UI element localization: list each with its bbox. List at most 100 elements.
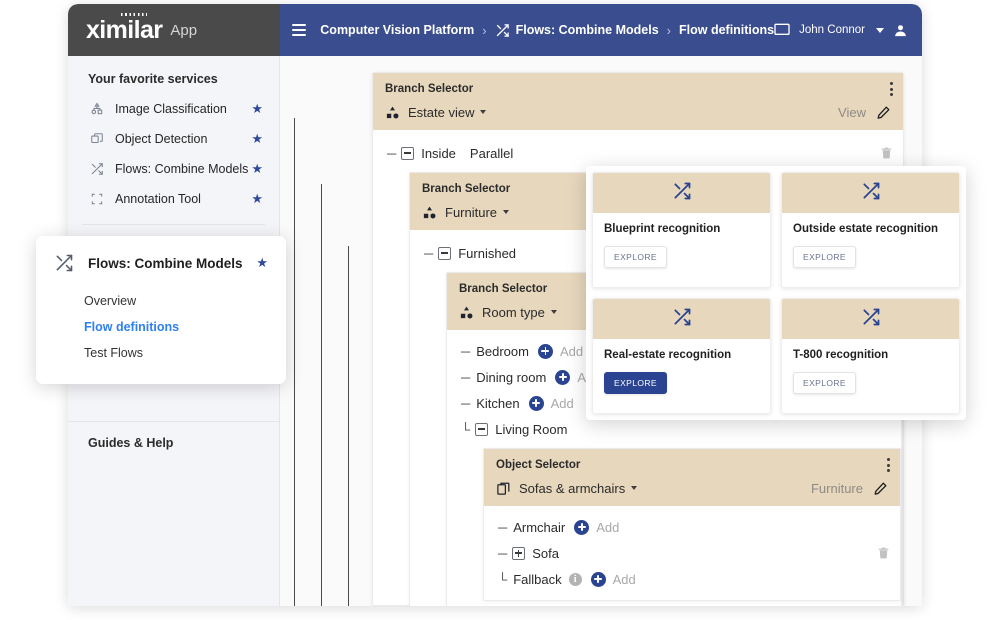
tree-node-inside: ─ Inside Parallel xyxy=(373,140,903,166)
collapse-toggle-furnished[interactable] xyxy=(438,246,452,260)
card-icon-area xyxy=(782,173,959,213)
breadcrumb-separator-2: › xyxy=(666,22,671,38)
app-logo-bar: ximilar App xyxy=(68,4,280,56)
tree-node-label[interactable]: Furnished xyxy=(458,246,516,261)
room-label[interactable]: Bedroom xyxy=(476,344,529,359)
add-button[interactable] xyxy=(590,571,606,587)
flyout-link-test-flows[interactable]: Test Flows xyxy=(84,340,286,366)
sidebar-item-flows-combine-models[interactable]: Flows: Combine Models ★ xyxy=(68,154,279,184)
explore-button[interactable]: EXPLORE xyxy=(793,372,856,394)
shuffle-icon xyxy=(672,307,692,332)
add-button[interactable] xyxy=(574,519,590,535)
kebab-menu-icon[interactable] xyxy=(890,82,893,97)
sidebar-item-label: Object Detection xyxy=(115,132,208,146)
flyout-title: Flows: Combine Models xyxy=(88,255,243,271)
card-outside-estate-recognition[interactable]: Outside estate recognition EXPLORE xyxy=(781,172,960,288)
add-dropdown[interactable]: Add xyxy=(613,572,636,587)
breadcrumb-computer-vision-platform[interactable]: Computer Vision Platform xyxy=(320,23,474,37)
room-type-selector-name[interactable]: Room type xyxy=(482,305,545,320)
tree-node-label[interactable]: Inside xyxy=(421,146,456,161)
collapse-toggle-inside[interactable] xyxy=(401,146,415,160)
tree-rail-2 xyxy=(321,184,322,606)
card-icon-area xyxy=(593,299,770,339)
sidebar-item-label: Flows: Combine Models xyxy=(115,162,249,176)
caret-down-icon[interactable] xyxy=(503,210,510,214)
room-label[interactable]: Kitchen xyxy=(476,396,519,411)
flyout-link-flow-definitions[interactable]: Flow definitions xyxy=(84,314,286,340)
card-body: Blueprint recognition EXPLORE xyxy=(593,213,770,279)
trash-icon[interactable] xyxy=(880,146,893,160)
add-button[interactable] xyxy=(528,395,544,411)
annotation-tool-icon xyxy=(88,192,106,206)
inside-mode-selector[interactable]: Parallel xyxy=(470,146,513,161)
object-label[interactable]: Armchair xyxy=(513,520,565,535)
user-avatar-icon[interactable] xyxy=(893,23,908,38)
card-t800-recognition[interactable]: T-800 recognition EXPLORE xyxy=(781,298,960,414)
shuffle-icon xyxy=(88,162,106,176)
caret-down-icon[interactable] xyxy=(550,310,557,314)
favorite-star-icon[interactable]: ★ xyxy=(251,131,263,147)
card-body: Outside estate recognition EXPLORE xyxy=(782,213,959,279)
sidebar-item-image-classification[interactable]: Image Classification ★ xyxy=(68,94,279,124)
pencil-icon[interactable] xyxy=(876,105,891,120)
tree-elbow: ─ xyxy=(461,343,471,359)
pencil-icon[interactable] xyxy=(873,481,888,496)
kebab-menu-icon[interactable] xyxy=(887,458,890,473)
flyout-link-overview[interactable]: Overview xyxy=(84,288,286,314)
add-label: Add xyxy=(559,343,584,359)
flyout-header[interactable]: Flows: Combine Models ★ xyxy=(36,250,286,276)
object-detection-icon xyxy=(88,132,106,146)
room-label[interactable]: Dining room xyxy=(476,370,546,385)
add-dropdown[interactable]: Add xyxy=(560,344,583,359)
collapse-toggle-living-room[interactable] xyxy=(475,422,489,436)
info-icon[interactable]: i xyxy=(568,572,582,586)
object-label[interactable]: Sofa xyxy=(532,546,559,561)
tree-rail-3 xyxy=(348,246,349,606)
root-selector-name[interactable]: Estate view xyxy=(408,105,474,120)
chevron-down-icon[interactable] xyxy=(876,27,884,33)
object-label[interactable]: Fallback xyxy=(513,572,561,587)
caret-down-icon[interactable] xyxy=(631,486,638,490)
card-icon-area xyxy=(782,299,959,339)
hamburger-icon[interactable] xyxy=(292,23,307,37)
sidebar-item-object-detection[interactable]: Object Detection ★ xyxy=(68,124,279,154)
favorite-star-icon[interactable]: ★ xyxy=(256,255,268,271)
trash-icon[interactable] xyxy=(877,546,890,560)
breadcrumb-flow-definitions[interactable]: Flow definitions xyxy=(679,23,774,37)
add-button[interactable] xyxy=(537,343,553,359)
caret-down-icon[interactable] xyxy=(480,110,487,114)
card-body: T-800 recognition EXPLORE xyxy=(782,339,959,405)
monitor-icon[interactable] xyxy=(774,23,790,37)
explore-button[interactable]: EXPLORE xyxy=(604,372,667,394)
object-selector-header: Object Selector Sofas & armchairs Furnit… xyxy=(484,449,900,506)
branch-selector-icon xyxy=(385,105,400,120)
card-title: Real-estate recognition xyxy=(604,349,732,361)
tree-elbow: ─ xyxy=(461,369,471,385)
image-classification-icon xyxy=(88,102,106,116)
breadcrumb-flows-combine-models[interactable]: Flows: Combine Models xyxy=(516,23,659,37)
favorite-star-icon[interactable]: ★ xyxy=(251,101,263,117)
explore-button[interactable]: EXPLORE xyxy=(604,246,667,268)
add-dropdown[interactable]: Add xyxy=(551,396,574,411)
sidebar-item-annotation-tool[interactable]: Annotation Tool ★ xyxy=(68,184,279,214)
tree-elbow: ─ xyxy=(461,395,471,411)
add-dropdown[interactable]: Add xyxy=(596,520,619,535)
explore-button[interactable]: EXPLORE xyxy=(793,246,856,268)
card-icon-area xyxy=(593,173,770,213)
brand-logo[interactable]: ximilar xyxy=(86,12,163,44)
card-blueprint-recognition[interactable]: Blueprint recognition EXPLORE xyxy=(592,172,771,288)
card-real-estate-recognition[interactable]: Real-estate recognition EXPLORE xyxy=(592,298,771,414)
expand-toggle-sofa[interactable] xyxy=(512,546,526,560)
favorite-star-icon[interactable]: ★ xyxy=(251,161,263,177)
tree-elbow: └ xyxy=(461,421,471,437)
furniture-selector-name[interactable]: Furniture xyxy=(445,205,497,220)
sidebar-guides-help[interactable]: Guides & Help xyxy=(68,421,279,450)
favorite-star-icon[interactable]: ★ xyxy=(251,191,263,207)
card-title: Blueprint recognition xyxy=(604,223,721,235)
add-button[interactable] xyxy=(555,369,571,385)
object-selector-name[interactable]: Sofas & armchairs xyxy=(519,481,625,496)
brand-logo-text: ximilar xyxy=(86,15,163,44)
user-name-label[interactable]: John Connor xyxy=(799,24,865,36)
shuffle-icon xyxy=(861,307,881,332)
room-label[interactable]: Living Room xyxy=(495,422,567,437)
